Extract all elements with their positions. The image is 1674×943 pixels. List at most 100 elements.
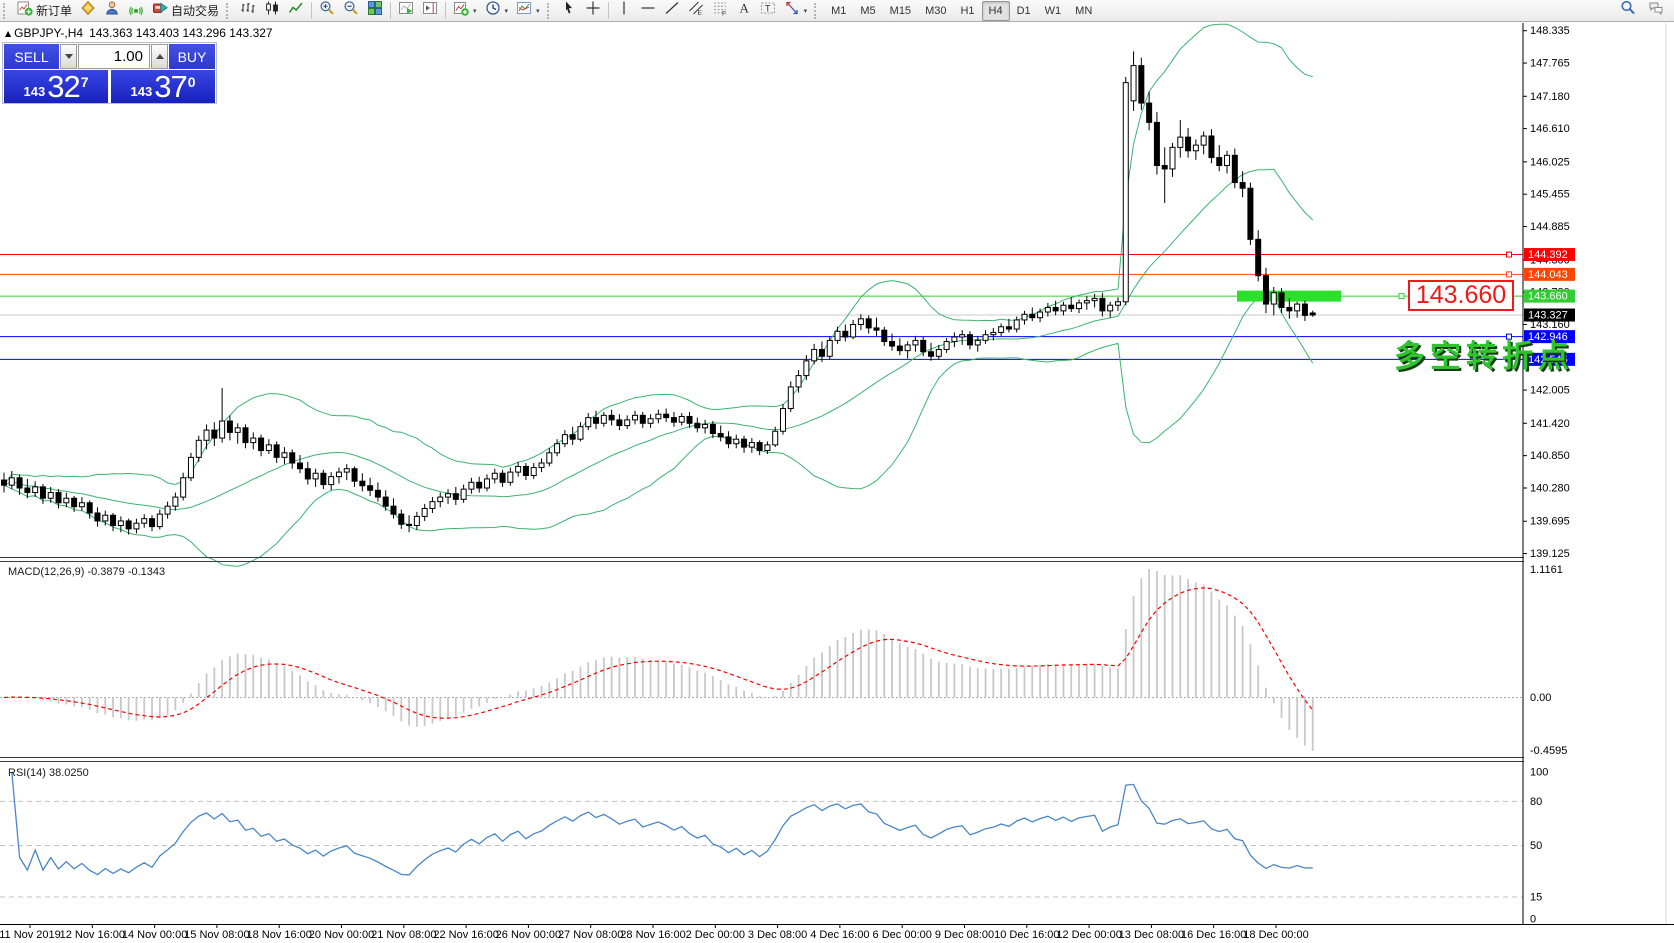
cursor-icon: [561, 0, 577, 21]
line-handle[interactable]: [1507, 272, 1512, 277]
text-button[interactable]: A: [732, 0, 756, 22]
horizontal-line-icon: [640, 0, 656, 21]
search-button[interactable]: [1616, 0, 1640, 22]
svg-text:22 Nov 16:00: 22 Nov 16:00: [433, 929, 498, 941]
dropdown-arrow-icon: ▾: [505, 7, 509, 15]
arrows-icon: [784, 0, 800, 21]
sell-button[interactable]: SELL: [4, 44, 59, 69]
svg-text:18 Dec 00:00: 18 Dec 00:00: [1243, 929, 1308, 941]
svg-text:100: 100: [1530, 767, 1548, 779]
svg-text:14 Nov 00:00: 14 Nov 00:00: [122, 929, 187, 941]
svg-text:10 Dec 16:00: 10 Dec 16:00: [994, 929, 1059, 941]
mt4-window: 新订单 自动交易 ▾ ▾ ▾ EFA T ▾ M1M5M15M30H1H4D1W1MN 148.…: [0, 0, 1674, 943]
svg-text:16 Dec 16:00: 16 Dec 16:00: [1181, 929, 1246, 941]
market-report-button[interactable]: [76, 0, 100, 22]
svg-text:2 Dec 00:00: 2 Dec 00:00: [686, 929, 745, 941]
svg-text:142.005: 142.005: [1530, 385, 1570, 397]
time-axis[interactable]: 11 Nov 201912 Nov 16:0014 Nov 00:0015 No…: [0, 925, 1674, 943]
volume-increase-button[interactable]: [151, 44, 168, 69]
new-order-button[interactable]: 新订单: [13, 0, 76, 22]
zoom-out-button[interactable]: [339, 0, 363, 22]
chat-button[interactable]: [1644, 0, 1668, 22]
one-click-toggle-icon[interactable]: ▲: [5, 29, 11, 38]
fibonacci-button[interactable]: F: [708, 0, 732, 22]
vertical-line-button[interactable]: [612, 0, 636, 22]
svg-text:144.043: 144.043: [1528, 269, 1568, 281]
arrows-button[interactable]: ▾: [780, 0, 812, 22]
svg-text:15: 15: [1530, 891, 1542, 903]
dropdown-arrow-icon: ▾: [536, 7, 540, 15]
toolbar-right: [1616, 0, 1674, 22]
timeframe-mn-button[interactable]: MN: [1068, 1, 1099, 21]
turning-point-annotation[interactable]: 多空转折点: [1394, 331, 1574, 376]
timeframe-m15-button[interactable]: M15: [883, 1, 918, 21]
profile-button[interactable]: [100, 0, 124, 22]
cursor-button[interactable]: [557, 0, 581, 22]
svg-text:143.327: 143.327: [1528, 310, 1568, 322]
line-chart-button[interactable]: [284, 0, 308, 22]
svg-text:21 Nov 08:00: 21 Nov 08:00: [371, 929, 436, 941]
chart-canvas[interactable]: 148.335147.765147.180146.610146.025145.4…: [0, 23, 1674, 943]
timeframe-m30-button[interactable]: M30: [918, 1, 953, 21]
svg-text:T: T: [765, 4, 771, 14]
templates-button[interactable]: ▾: [512, 0, 544, 22]
buy-price-sup: 0: [188, 74, 196, 90]
toolbar-separator: [445, 2, 446, 19]
price-badge: 143.660: [1524, 290, 1575, 303]
volume-decrease-button[interactable]: [60, 44, 77, 69]
person-icon: [104, 0, 120, 21]
price-axis[interactable]: 148.335147.765147.180146.610146.025145.4…: [1523, 23, 1674, 926]
text-label-button[interactable]: T: [756, 0, 780, 22]
chat-icon: [1648, 0, 1664, 21]
tile-windows-button[interactable]: [363, 0, 387, 22]
line-handle[interactable]: [1507, 252, 1512, 257]
chart-window[interactable]: 148.335147.765147.180146.610146.025145.4…: [0, 23, 1674, 943]
signals-button[interactable]: [124, 0, 148, 22]
zoom-out-icon: [343, 0, 359, 21]
timeframe-m5-button[interactable]: M5: [853, 1, 882, 21]
sell-price-small: 143: [24, 82, 46, 102]
svg-text:12 Dec 00:00: 12 Dec 00:00: [1056, 929, 1121, 941]
svg-text:18 Nov 16:00: 18 Nov 16:00: [246, 929, 311, 941]
line-handle[interactable]: [1399, 294, 1404, 299]
toolbar-grip: [814, 3, 820, 19]
template-icon: [516, 0, 532, 21]
indicators-button[interactable]: ▾: [449, 0, 481, 22]
equidistant-channel-button[interactable]: E: [684, 0, 708, 22]
search-icon: [1620, 0, 1636, 21]
toolbar: 新订单 自动交易 ▾ ▾ ▾ EFA T ▾ M1M5M15M30H1H4D1W1MN: [0, 0, 1674, 22]
volume-input[interactable]: [78, 44, 150, 69]
timeframe-h1-button[interactable]: H1: [953, 1, 981, 21]
buy-price-small: 143: [131, 82, 153, 102]
triangle-down-icon: [65, 54, 73, 59]
periods-button[interactable]: ▾: [481, 0, 513, 22]
svg-text:12 Nov 16:00: 12 Nov 16:00: [60, 929, 125, 941]
ohlc-values: 143.363 143.403 143.296 143.327: [89, 26, 273, 40]
svg-text:144.392: 144.392: [1528, 249, 1568, 261]
svg-text:139.125: 139.125: [1530, 548, 1570, 560]
chart-shift-icon: [422, 0, 438, 21]
price-annotation-box[interactable]: 143.660: [1408, 280, 1514, 311]
timeframe-d1-button[interactable]: D1: [1010, 1, 1038, 21]
auto-scroll-button[interactable]: [394, 0, 418, 22]
auto-trading-button[interactable]: 自动交易: [148, 0, 223, 22]
bar-chart-button[interactable]: [236, 0, 260, 22]
horizontal-line-button[interactable]: [636, 0, 660, 22]
crosshair-button[interactable]: [581, 0, 605, 22]
svg-text:11 Nov 2019: 11 Nov 2019: [0, 929, 61, 941]
sell-price-button[interactable]: 143327: [4, 70, 108, 103]
timeframe-m1-button[interactable]: M1: [824, 1, 853, 21]
candlestick-chart-button[interactable]: [260, 0, 284, 22]
chart-shift-button[interactable]: [418, 0, 442, 22]
svg-text:148.335: 148.335: [1530, 25, 1570, 37]
buy-price-button[interactable]: 143370: [111, 70, 215, 103]
svg-text:A: A: [739, 1, 749, 16]
trendline-button[interactable]: [660, 0, 684, 22]
timeframe-w1-button[interactable]: W1: [1038, 1, 1069, 21]
buy-button[interactable]: BUY: [169, 44, 215, 69]
candlestick-icon: [264, 0, 280, 21]
svg-text:140.850: 140.850: [1530, 450, 1570, 462]
toolbar-separator: [311, 2, 312, 19]
zoom-in-button[interactable]: [315, 0, 339, 22]
timeframe-h4-button[interactable]: H4: [982, 1, 1010, 21]
